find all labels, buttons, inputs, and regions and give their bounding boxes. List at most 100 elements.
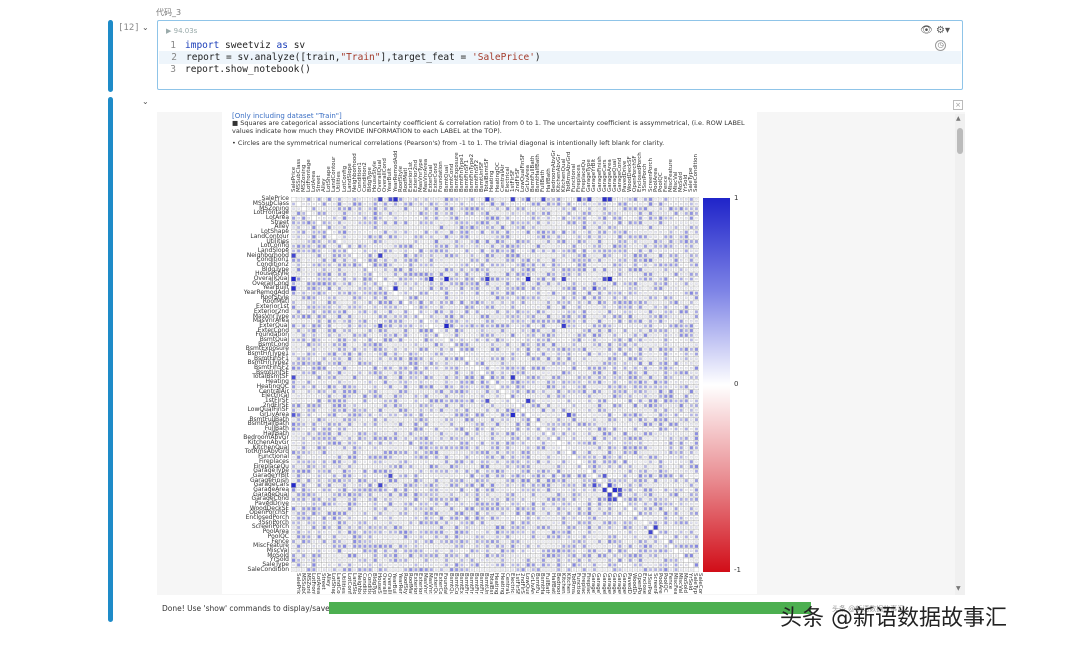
scroll-thumb[interactable] [957,128,963,154]
matrix-cell [302,474,305,477]
code-token: import [185,40,220,51]
matrix-cell [292,329,295,332]
output-scrollbar[interactable]: ▲ ▼ [955,114,965,595]
matrix-cell [429,361,433,366]
matrix-cell [460,277,463,281]
matrix-cell [430,310,433,313]
matrix-cell [465,292,469,295]
matrix-cell [414,282,418,286]
matrix-cell [302,291,306,295]
matrix-cell [363,286,367,290]
collapse-output-chevron-icon[interactable]: ⌄ [142,97,149,106]
matrix-cell [475,239,479,244]
matrix-cell [379,465,382,468]
matrix-cell [486,413,489,417]
matrix-cell [695,357,698,360]
matrix-cell [475,300,479,305]
settings-gear-icon[interactable]: ⚙▾ [936,25,950,36]
matrix-cell [552,197,556,201]
code-cell-bar[interactable] [108,20,113,92]
matrix-cell [501,282,504,285]
output-cell-bar[interactable] [108,97,113,622]
matrix-cell [583,352,586,356]
matrix-cell [302,441,306,445]
matrix-cell [634,203,637,206]
matrix-cell [608,259,611,262]
matrix-cell [307,231,310,234]
matrix-cell [358,352,362,356]
matrix-cell [307,217,310,220]
matrix-cell [603,446,606,449]
matrix-cell [476,371,479,374]
matrix-cell [491,282,494,285]
matrix-cell [629,329,632,332]
matrix-cell [680,273,683,276]
matrix-cell [552,446,555,449]
matrix-cell [561,323,567,329]
output-close-icon[interactable]: × [953,100,963,110]
matrix-cell [317,375,321,380]
matrix-cell [623,460,627,464]
scroll-up-arrow-icon[interactable]: ▲ [956,115,961,122]
matrix-cell [629,432,632,435]
matrix-cell [567,291,571,295]
matrix-cell [674,404,678,407]
matrix-cell [643,469,647,473]
matrix-cell [486,362,489,365]
matrix-cell [465,240,468,243]
matrix-cell [353,413,357,417]
matrix-cell [654,367,657,370]
matrix-cell [552,404,555,407]
matrix-cell [358,198,361,201]
matrix-cell [409,399,412,402]
matrix-cell [353,287,356,290]
matrix-cell [587,380,591,384]
matrix-cell [486,207,489,210]
matrix-cell [323,442,326,445]
matrix-cell [603,460,607,464]
code-line-3[interactable]: 3 report.show_notebook() [158,63,311,76]
matrix-cell [532,306,535,309]
matrix-cell [496,301,499,304]
matrix-cell [598,432,601,435]
matrix-cell [557,427,560,431]
matrix-cell [613,287,616,290]
matrix-cell [557,278,560,281]
matrix-cell [669,418,673,421]
matrix-cell [613,235,616,238]
matrix-cell [317,259,321,262]
matrix-cell [629,277,632,281]
matrix-cell [654,357,657,360]
matrix-cell [425,240,428,243]
matrix-cell [307,408,311,412]
matrix-cell [399,240,402,243]
matrix-cell [450,381,453,384]
matrix-cell [690,282,693,285]
matrix-cell [302,376,305,379]
matrix-cell [389,343,392,346]
matrix-cell [312,235,316,239]
eye-icon[interactable]: 👁 [920,25,933,36]
code-editor[interactable]: ▶ 94.03s 1 import sweetviz as sv 2 report … [157,20,963,90]
matrix-cell [516,456,520,459]
cell-circle-icon[interactable]: ◷ [935,40,946,51]
matrix-cell [613,423,616,426]
matrix-cell [547,207,550,210]
matrix-cell [317,268,321,271]
matrix-cell [608,240,611,243]
matrix-cell [374,254,377,257]
scroll-down-arrow-icon[interactable]: ▼ [956,585,961,592]
matrix-cell [470,273,474,276]
matrix-cell [613,244,617,248]
matrix-cell [522,376,525,379]
matrix-cell [389,273,392,276]
matrix-cell [587,366,591,370]
matrix-cell [643,197,647,201]
matrix-cell [486,301,489,304]
collapse-code-chevron-icon[interactable]: ⌄ [142,23,149,32]
matrix-cell [613,427,617,431]
matrix-cell [394,310,397,313]
matrix-cell [480,441,484,445]
matrix-cell [527,385,530,388]
matrix-cell [384,198,387,201]
